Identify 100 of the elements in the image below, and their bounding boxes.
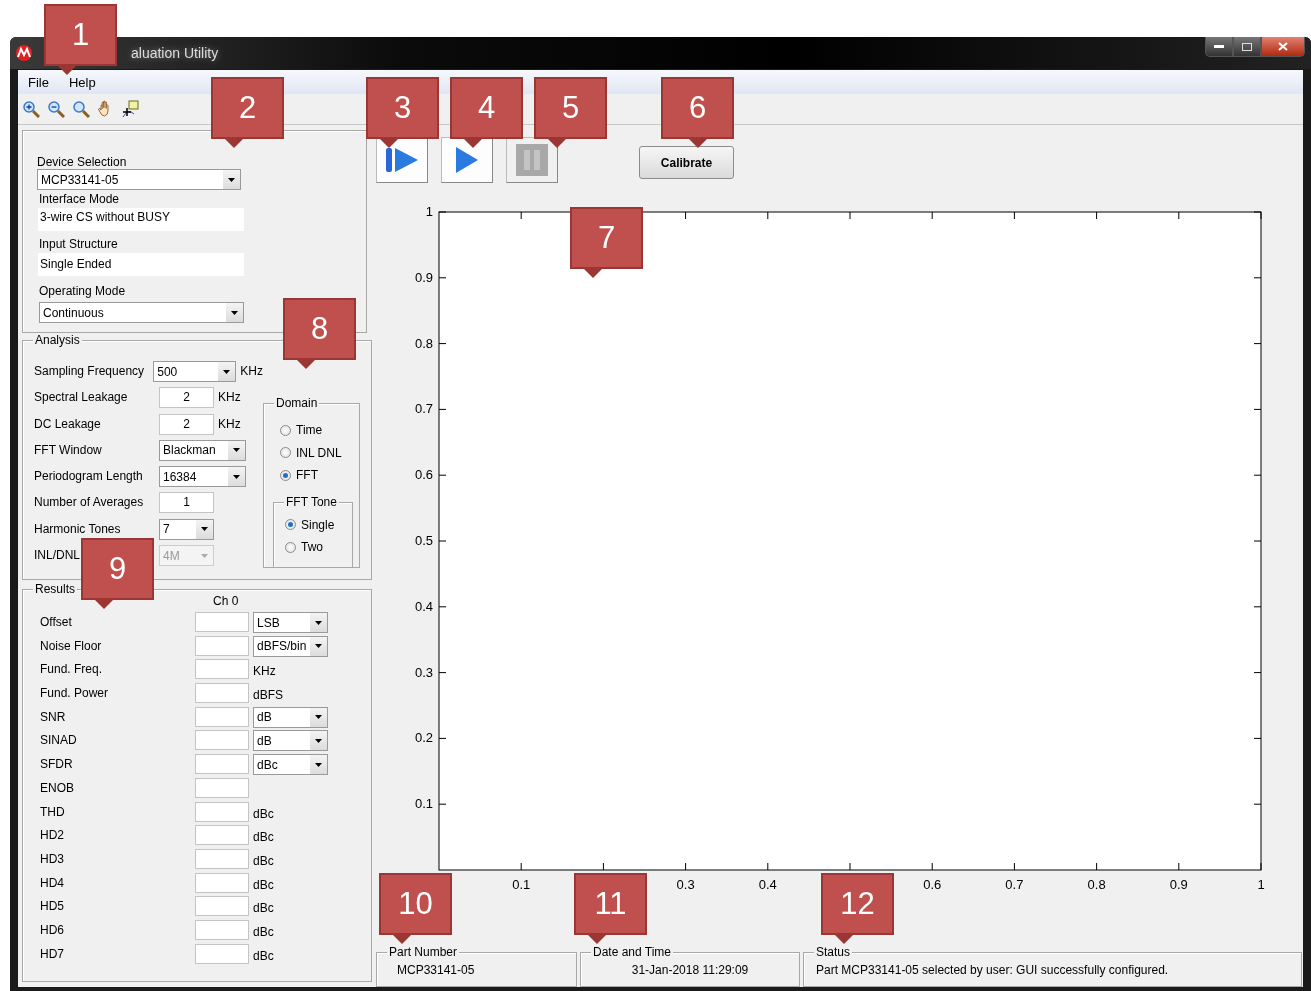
run-button[interactable] xyxy=(441,137,493,183)
result-field xyxy=(195,919,249,940)
field-label: Device Selection xyxy=(37,155,128,169)
minimize-button[interactable] xyxy=(1205,37,1233,57)
field-label: Number of Averages xyxy=(34,494,145,512)
number-field[interactable]: 1 xyxy=(159,492,214,514)
caret-icon xyxy=(233,448,240,453)
tick-label: 0.6 xyxy=(923,877,942,892)
caret-icon xyxy=(201,527,208,532)
group-title: Part Number xyxy=(387,945,460,959)
caret-icon xyxy=(223,369,231,374)
result-label: Noise Floor xyxy=(40,637,103,655)
radio-option[interactable]: Single xyxy=(285,513,352,536)
menu-item[interactable]: File xyxy=(27,72,50,92)
result-label: SINAD xyxy=(40,732,78,750)
read-only-field: Single Ended xyxy=(38,253,244,276)
result-field xyxy=(195,706,249,727)
unit-label: dBc xyxy=(253,852,274,870)
group-title: Date and Time xyxy=(591,945,674,959)
field-label: DC Leakage xyxy=(34,415,102,433)
tick-label: 0.4 xyxy=(414,598,433,614)
tick-label: 0.9 xyxy=(414,269,433,285)
dropdown[interactable]: LSB xyxy=(253,612,328,633)
group-title: Status xyxy=(814,945,853,959)
tick-label: 0.6 xyxy=(414,467,433,483)
caret-icon xyxy=(315,644,322,649)
unit-label: dBFS xyxy=(253,687,283,705)
tick-label: 0.3 xyxy=(676,877,695,892)
caret-icon xyxy=(315,715,322,720)
field-label: Periodogram Length xyxy=(34,468,144,486)
zoom-out-icon[interactable] xyxy=(47,100,65,118)
result-label: SNR xyxy=(40,708,67,726)
field-label: Spectral Leakage xyxy=(34,389,129,407)
tick-label: 0.8 xyxy=(1087,877,1106,892)
data-cursor-icon[interactable] xyxy=(122,100,140,118)
minimize-icon xyxy=(1214,44,1224,49)
maximize-button[interactable] xyxy=(1233,37,1261,57)
radio-option[interactable]: INL DNL xyxy=(280,441,359,464)
result-field xyxy=(195,754,249,775)
pause-icon xyxy=(516,144,548,176)
caret-icon xyxy=(315,762,322,767)
unit-label: dBc xyxy=(253,805,274,823)
result-label: HD4 xyxy=(40,874,65,892)
result-field xyxy=(195,872,249,893)
caret-icon xyxy=(315,620,322,625)
dropdown[interactable]: MCP33141-05 xyxy=(37,169,241,190)
tick-label: 0.7 xyxy=(1005,877,1024,892)
result-label: HD7 xyxy=(40,945,65,963)
dropdown[interactable]: dBc xyxy=(253,754,328,776)
close-button[interactable] xyxy=(1261,37,1305,57)
calibrate-button[interactable]: Calibrate xyxy=(639,146,734,179)
result-field xyxy=(195,635,249,656)
field-label: INL/DNL xyxy=(34,547,81,565)
unit-label: KHz xyxy=(218,415,241,433)
caret-icon xyxy=(231,310,238,315)
tick-label: 0.5 xyxy=(414,533,433,548)
dropdown[interactable]: dB xyxy=(253,706,328,728)
tick-label: 0.7 xyxy=(414,401,433,417)
dropdown[interactable]: 7 xyxy=(159,518,214,540)
result-label: HD3 xyxy=(40,850,65,868)
field-label: FFT Window xyxy=(34,441,103,459)
unit-label: dBc xyxy=(253,923,274,941)
result-field xyxy=(195,943,249,964)
zoom-in-icon[interactable] xyxy=(22,100,40,118)
caret-icon xyxy=(315,738,322,743)
dropdown[interactable]: Continuous xyxy=(39,302,244,323)
number-field[interactable]: 2 xyxy=(159,413,214,435)
field-label: Input Structure xyxy=(39,237,119,251)
menu-item[interactable]: Help xyxy=(67,72,97,92)
dropdown[interactable]: Blackman xyxy=(159,439,246,461)
dropdown[interactable]: 500 xyxy=(153,361,237,382)
result-field xyxy=(195,659,249,680)
close-icon xyxy=(1278,42,1288,51)
unit-label: KHz xyxy=(253,663,276,681)
result-label: HD6 xyxy=(40,921,65,939)
app-logo-icon xyxy=(14,45,34,61)
field-label: Interface Mode xyxy=(39,192,121,206)
result-label: Fund. Freq. xyxy=(40,661,104,679)
field-label: Operating Mode xyxy=(39,284,127,298)
result-label: Fund. Power xyxy=(40,685,110,703)
result-field xyxy=(195,825,249,846)
unit-label: dBc xyxy=(253,947,274,965)
dropdown[interactable]: dB xyxy=(253,730,328,752)
zoom-reset-icon[interactable] xyxy=(72,100,90,118)
caret-icon xyxy=(233,474,240,479)
number-field[interactable]: 2 xyxy=(159,387,214,409)
radio-option[interactable]: FFT xyxy=(280,464,359,487)
tick-label: 0.1 xyxy=(414,796,433,812)
radio-option[interactable]: Time xyxy=(280,419,359,442)
group-title: FFT Tone xyxy=(284,494,339,509)
radio-option[interactable]: Two xyxy=(285,536,352,559)
window-title: aluation Utility xyxy=(131,45,219,61)
dropdown[interactable]: dBFS/bin xyxy=(253,635,328,657)
status-value: 31-Jan-2018 11:29:09 xyxy=(630,963,750,977)
dropdown[interactable]: 16384 xyxy=(159,466,246,488)
tick-label: 0.1 xyxy=(512,877,531,892)
result-label: HD2 xyxy=(40,827,65,845)
unit-label: dBc xyxy=(253,900,274,918)
step-run-button[interactable] xyxy=(376,137,428,183)
result-field xyxy=(195,612,249,632)
